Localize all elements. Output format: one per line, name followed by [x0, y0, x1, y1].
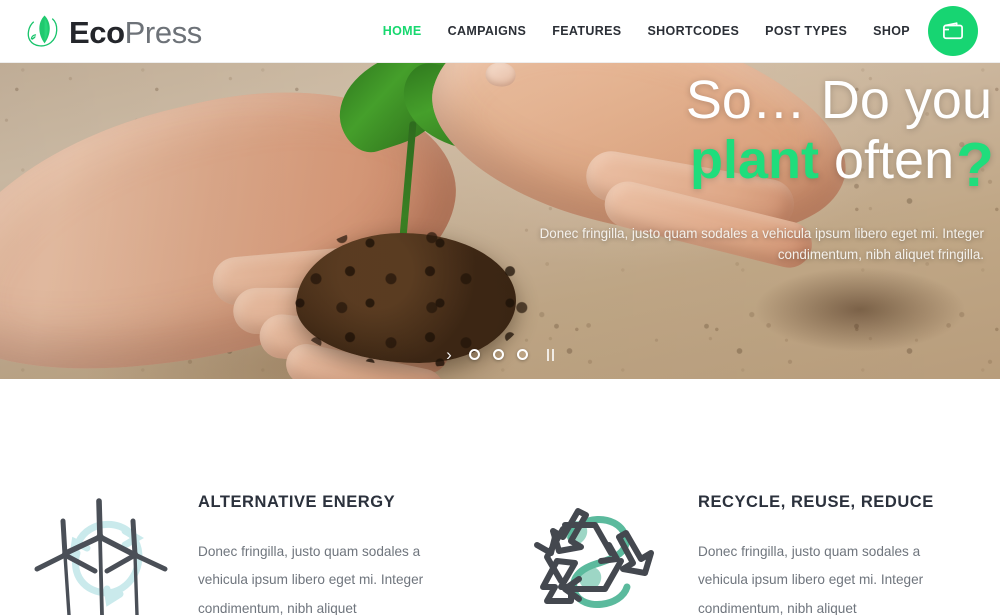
hero-headline-line-1: So… Do you [480, 63, 992, 127]
brand-logo[interactable]: EcoPress [26, 13, 202, 49]
hero-slider: So… Do you plant often? Donec fringilla,… [0, 63, 1000, 379]
hero-headline-question-mark: ? [956, 130, 994, 200]
feature-title: RECYCLE, REUSE, REDUCE [698, 493, 934, 511]
nav-item-campaigns[interactable]: CAMPAIGNS [448, 24, 527, 38]
feature-text: Donec fringilla, justo quam sodales a ve… [698, 544, 924, 615]
wallet-icon [943, 22, 963, 40]
hero-headline-doyou: Do you [820, 70, 992, 130]
hero-copy: So… Do you plant often? Donec fringilla,… [480, 63, 1000, 266]
feature-recycle-reuse-reduce: RECYCLE, REUSE, REDUCE Donec fringilla, … [500, 491, 1000, 615]
feature-alternative-energy: ALTERNATIVE ENERGY Donec fringilla, just… [0, 491, 500, 615]
feature-icon-wrapper [520, 491, 680, 615]
nav-item-features[interactable]: FEATURES [552, 24, 621, 38]
brand-name: EcoPress [69, 17, 202, 48]
slider-dot-1[interactable] [468, 349, 480, 360]
hero-headline-so: So… [685, 70, 821, 130]
nav-item-home[interactable]: HOME [383, 24, 422, 38]
hero-headline-plant: plant [690, 129, 820, 190]
feature-icon-wrapper [20, 491, 180, 615]
recycle-leaf-icon [534, 508, 654, 608]
cart-button[interactable] [928, 6, 978, 56]
leaf-circle-icon [27, 15, 58, 47]
wind-turbines-icon [34, 498, 168, 615]
slider-next-arrow[interactable]: › [446, 346, 452, 363]
brand-name-light: Press [124, 14, 203, 50]
site-header: EcoPress HOME CAMPAIGNS FEATURES SHORTCO… [0, 0, 1000, 63]
nav-item-post-types[interactable]: POST TYPES [765, 24, 847, 38]
hero-headline-line-2: plant often? [480, 127, 994, 197]
feature-title: ALTERNATIVE ENERGY [198, 493, 396, 511]
hero-headline-often: often [819, 129, 955, 190]
slider-dot-3[interactable] [516, 349, 528, 360]
slider-pause-button[interactable] [546, 348, 554, 361]
feature-text: Donec fringilla, justo quam sodales a ve… [198, 544, 424, 615]
nav-item-shop[interactable]: SHOP [873, 24, 910, 38]
main-navigation: HOME CAMPAIGNS FEATURES SHORTCODES POST … [383, 24, 928, 38]
brand-name-bold: Eco [69, 14, 125, 50]
slider-controls: › [0, 346, 1000, 363]
nav-item-shortcodes[interactable]: SHORTCODES [647, 24, 739, 38]
features-section: ALTERNATIVE ENERGY Donec fringilla, just… [0, 379, 1000, 615]
feature-body: RECYCLE, REUSE, REDUCE Donec fringilla, … [698, 491, 1000, 615]
slider-dot-2[interactable] [492, 349, 504, 360]
hero-subtitle: Donec fringilla, justo quam sodales a ve… [539, 225, 984, 263]
feature-body: ALTERNATIVE ENERGY Donec fringilla, just… [198, 491, 500, 615]
